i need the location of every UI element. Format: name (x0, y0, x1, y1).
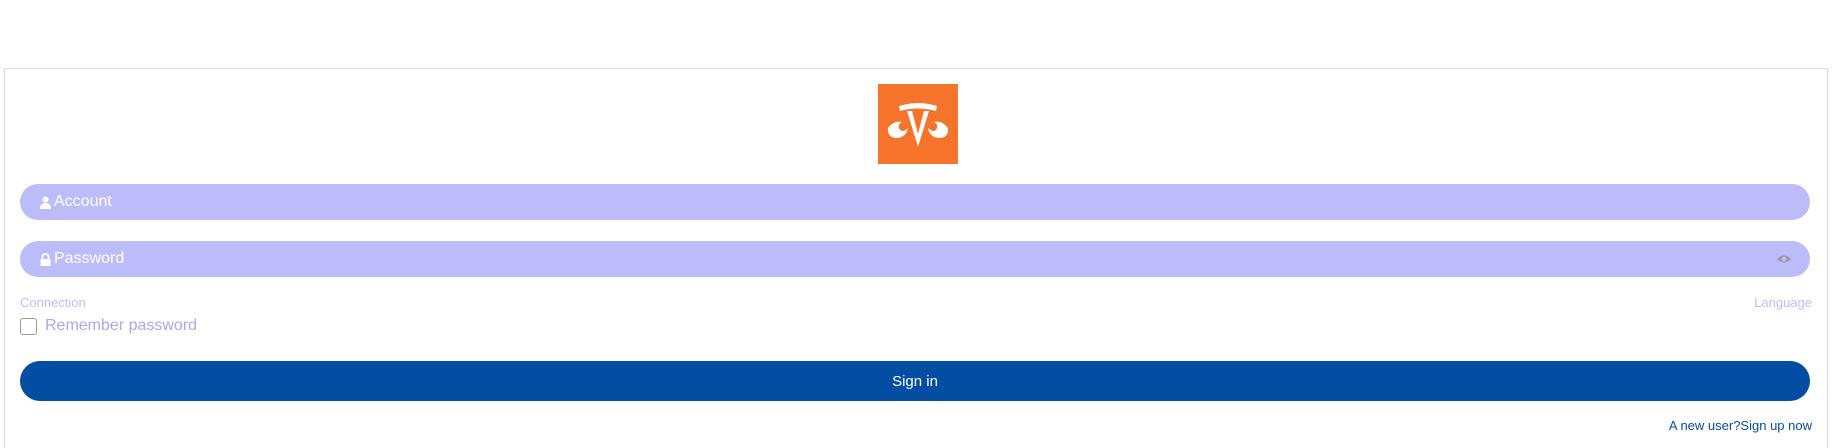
account-input[interactable] (54, 185, 1792, 219)
scales-of-justice-icon (887, 103, 949, 147)
user-icon (40, 196, 51, 209)
remember-checkbox[interactable] (20, 317, 37, 335)
sign-in-button[interactable]: Sign in (20, 361, 1810, 401)
password-input[interactable] (54, 242, 1776, 276)
password-field[interactable] (20, 241, 1810, 277)
logo (878, 84, 958, 164)
remember-password[interactable]: Remember password (20, 317, 197, 335)
language-link[interactable]: Language (1754, 295, 1812, 310)
lock-icon (40, 252, 51, 266)
remember-label[interactable]: Remember password (45, 317, 197, 335)
login-card: Connection Language Remember password Si… (4, 68, 1828, 448)
connection-link[interactable]: Connection (20, 295, 86, 310)
eye-icon[interactable] (1776, 253, 1792, 265)
sign-up-link[interactable]: A new user?Sign up now (1669, 418, 1812, 433)
account-field[interactable] (20, 184, 1810, 220)
